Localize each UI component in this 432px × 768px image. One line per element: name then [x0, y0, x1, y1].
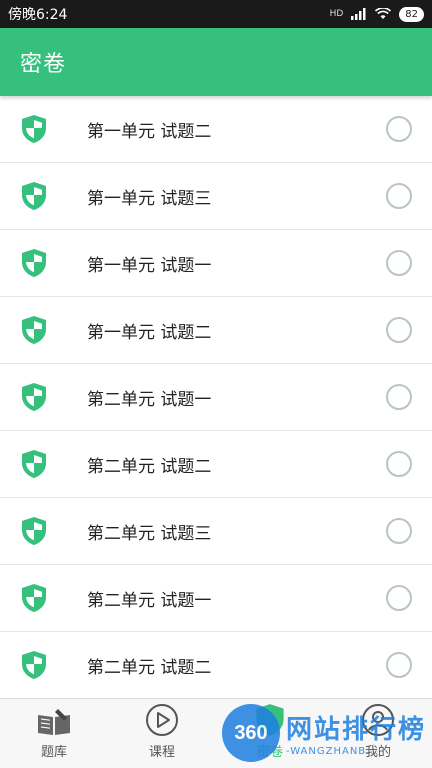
shield-icon	[22, 517, 46, 545]
signal-hd-label: HD	[329, 8, 344, 19]
select-radio[interactable]	[386, 183, 412, 209]
list-item-label: 第一单元 试题二	[87, 121, 212, 142]
shield-icon	[22, 115, 46, 143]
list-item[interactable]: 第二单元 试题二	[0, 431, 432, 498]
shield-icon	[22, 383, 46, 411]
list-item-label: 第一单元 试题二	[87, 322, 212, 343]
list-item-label: 第一单元 试题一	[87, 255, 212, 276]
bottom-tab-bar: 题库 课程 密卷 我的	[0, 698, 432, 768]
list-item-label: 第二单元 试题二	[87, 456, 212, 477]
select-radio[interactable]	[386, 116, 412, 142]
select-radio[interactable]	[386, 585, 412, 611]
shield-icon	[22, 651, 46, 679]
select-radio[interactable]	[386, 317, 412, 343]
list-item[interactable]: 第二单元 试题一	[0, 364, 432, 431]
status-icons: HD 82	[329, 6, 424, 22]
status-time: 傍晚6:24	[8, 7, 68, 23]
shield-icon	[256, 704, 284, 736]
select-radio[interactable]	[386, 518, 412, 544]
list-item[interactable]: 第一单元 试题二	[0, 96, 432, 163]
list-item-label: 第二单元 试题三	[87, 523, 212, 544]
shield-icon	[22, 584, 46, 612]
user-circle-icon	[362, 704, 394, 736]
list-item[interactable]: 第一单元 试题一	[0, 230, 432, 297]
shield-icon	[22, 182, 46, 210]
tab-label: 题库	[40, 745, 67, 760]
book-pen-icon	[38, 709, 70, 735]
battery-indicator: 82	[399, 6, 424, 22]
list-item-label: 第二单元 试题一	[87, 590, 212, 611]
signal-bars-icon	[351, 8, 366, 20]
tab-courses[interactable]: 课程	[108, 699, 216, 768]
list-item-label: 第一单元 试题三	[87, 188, 212, 209]
app-bar: 密卷	[0, 28, 432, 96]
shield-icon	[22, 450, 46, 478]
exam-list: 第一单元 试题二 第一单元 试题三 第一单元 试题一 第一单元 试题二 第二单元 试题一…	[0, 96, 432, 698]
select-radio[interactable]	[386, 384, 412, 410]
play-circle-icon	[146, 704, 178, 736]
status-bar: 傍晚6:24 HD 82	[0, 0, 432, 28]
select-radio[interactable]	[386, 652, 412, 678]
list-item[interactable]: 第二单元 试题二	[0, 632, 432, 698]
list-item[interactable]: 第二单元 试题一	[0, 565, 432, 632]
select-radio[interactable]	[386, 451, 412, 477]
shield-icon	[22, 316, 46, 344]
tab-label: 课程	[148, 745, 175, 760]
list-item[interactable]: 第一单元 试题三	[0, 163, 432, 230]
list-item[interactable]: 第二单元 试题三	[0, 498, 432, 565]
tab-profile[interactable]: 我的	[324, 699, 432, 768]
select-radio[interactable]	[386, 250, 412, 276]
page-title: 密卷	[20, 52, 67, 77]
list-item-label: 第二单元 试题一	[87, 389, 212, 410]
tab-secret-papers[interactable]: 密卷	[216, 699, 324, 768]
list-item[interactable]: 第一单元 试题二	[0, 297, 432, 364]
tab-question-bank[interactable]: 题库	[0, 699, 108, 768]
tab-label: 我的	[364, 745, 391, 760]
shield-icon	[22, 249, 46, 277]
list-item-label: 第二单元 试题二	[87, 657, 212, 678]
tab-label: 密卷	[256, 745, 283, 760]
wifi-icon	[375, 8, 392, 19]
